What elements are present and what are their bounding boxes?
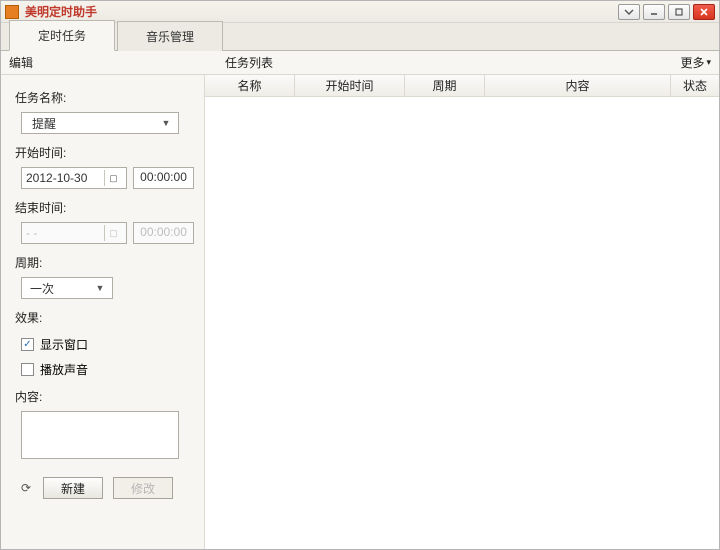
form-panel: 任务名称: 提醒 ▼ 开始时间: 2012-10-30 ▢ 00:00:00 结… [1, 75, 205, 549]
col-name[interactable]: 名称 [205, 75, 295, 96]
maximize-button[interactable] [668, 4, 690, 20]
new-button[interactable]: 新建 [43, 477, 103, 499]
more-label: 更多 [680, 54, 704, 71]
more-menu[interactable]: 更多 ▾ [680, 54, 711, 71]
refresh-icon[interactable]: ⟳ [19, 481, 33, 495]
task-list-panel: 名称 开始时间 周期 内容 状态 [205, 75, 719, 549]
task-list-label: 任务列表 [205, 54, 680, 71]
start-time-label: 开始时间: [15, 144, 194, 161]
period-label: 周期: [15, 254, 194, 271]
start-date-value: 2012-10-30 [26, 171, 87, 185]
app-title: 美明定时助手 [25, 3, 618, 20]
tab-music-management[interactable]: 音乐管理 [117, 21, 223, 51]
show-window-label: 显示窗口 [40, 336, 88, 353]
calendar-icon: ▢ [104, 170, 122, 186]
minimize-button[interactable] [643, 4, 665, 20]
body: 编辑 任务列表 更多 ▾ 任务名称: 提醒 ▼ 开始时间: 2012-10-30 [1, 51, 719, 549]
end-date-value: - - [26, 226, 37, 240]
end-date-input[interactable]: - - ▢ [21, 222, 127, 244]
content-textarea[interactable] [21, 411, 179, 459]
col-period[interactable]: 周期 [405, 75, 485, 96]
start-time-input[interactable]: 00:00:00 [133, 167, 194, 189]
chevron-down-icon: ▼ [92, 283, 108, 293]
window-buttons [618, 4, 715, 20]
calendar-icon: ▢ [104, 225, 122, 241]
table-header: 名称 开始时间 周期 内容 状态 [205, 75, 719, 97]
show-window-checkbox[interactable]: ✓ [21, 338, 34, 351]
chevron-down-icon: ▾ [706, 57, 711, 68]
play-sound-label: 播放声音 [40, 361, 88, 378]
tabstrip: 定时任务 音乐管理 [1, 23, 719, 51]
start-date-input[interactable]: 2012-10-30 ▢ [21, 167, 127, 189]
end-time-label: 结束时间: [15, 199, 194, 216]
task-name-label: 任务名称: [15, 89, 194, 106]
period-value: 一次 [30, 280, 54, 297]
col-status[interactable]: 状态 [671, 75, 719, 96]
app-window: 美明定时助手 定时任务 音乐管理 编辑 任务列表 更多 ▾ 任务名称: [0, 0, 720, 550]
play-sound-checkbox[interactable] [21, 363, 34, 376]
period-select[interactable]: 一次 ▼ [21, 277, 113, 299]
end-time-input[interactable]: 00:00:00 [133, 222, 194, 244]
task-name-value: 提醒 [32, 115, 56, 132]
modify-button: 修改 [113, 477, 173, 499]
task-name-combo[interactable]: 提醒 ▼ [21, 112, 179, 134]
columns: 任务名称: 提醒 ▼ 开始时间: 2012-10-30 ▢ 00:00:00 结… [1, 75, 719, 549]
chevron-down-icon: ▼ [158, 118, 174, 128]
app-icon [5, 5, 19, 19]
edit-label: 编辑 [9, 54, 205, 71]
section-header: 编辑 任务列表 更多 ▾ [1, 51, 719, 75]
col-start[interactable]: 开始时间 [295, 75, 405, 96]
effect-label: 效果: [15, 309, 194, 326]
table-body [205, 97, 719, 549]
tab-scheduled-tasks[interactable]: 定时任务 [9, 20, 115, 51]
close-button[interactable] [693, 4, 715, 20]
col-content[interactable]: 内容 [485, 75, 671, 96]
content-label: 内容: [15, 388, 194, 405]
dropdown-button[interactable] [618, 4, 640, 20]
